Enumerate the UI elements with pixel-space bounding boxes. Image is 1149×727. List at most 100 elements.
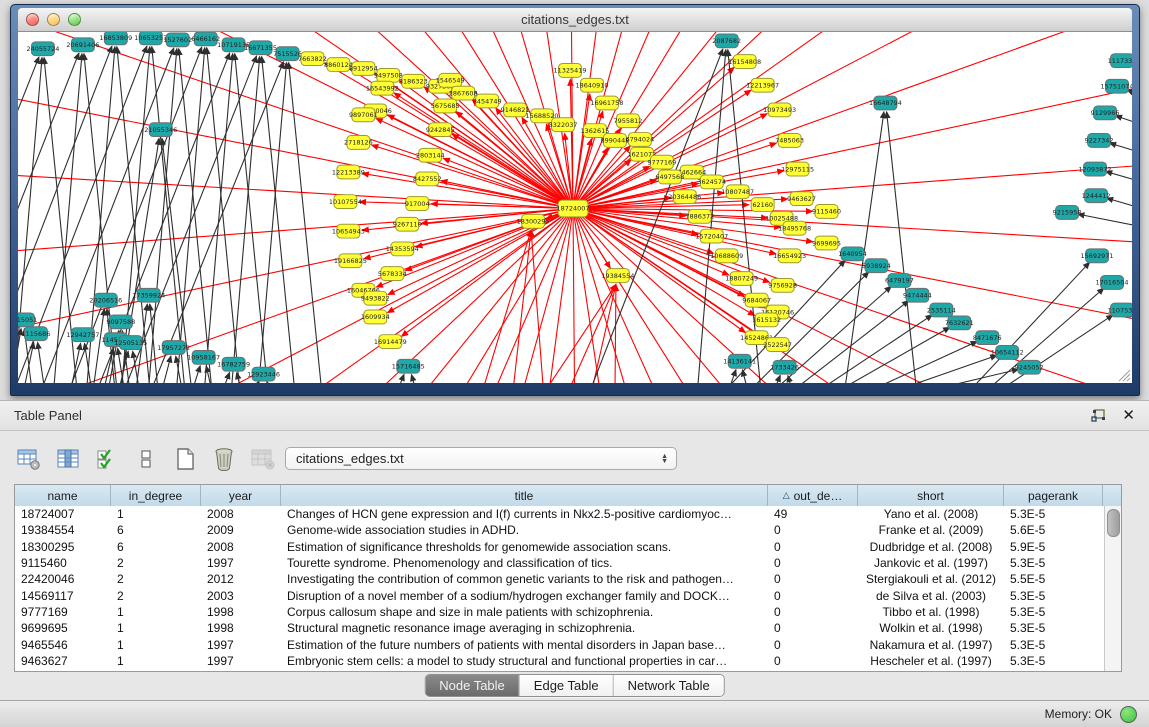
network-node[interactable]: 20364486 (668, 190, 701, 204)
network-node[interactable]: 2087682 (712, 34, 741, 48)
network-node[interactable]: 8427552 (413, 172, 442, 186)
network-node[interactable]: 10807487 (721, 185, 754, 199)
network-node[interactable]: 9777169 (647, 155, 676, 169)
network-node[interactable]: 9115460 (812, 205, 841, 219)
network-node[interactable]: 12505135 (114, 336, 147, 350)
network-node[interactable]: 15751074 (1101, 79, 1132, 93)
table-row[interactable]: 1830029562008Estimation of significance … (15, 539, 1105, 555)
network-node[interactable]: 17957272 (157, 341, 190, 355)
network-node[interactable]: 9245052 (1015, 360, 1044, 374)
network-node[interactable]: 8990448 (601, 134, 630, 148)
close-window-button[interactable] (26, 13, 39, 26)
network-node[interactable]: 9215958 (1053, 206, 1082, 220)
network-node[interactable]: 10688609 (710, 249, 743, 263)
network-node[interactable]: 8912954 (349, 62, 378, 76)
network-node[interactable]: 10958167 (187, 350, 220, 364)
network-node[interactable]: 14353594 (386, 242, 419, 256)
network-node[interactable]: 7515526 (273, 47, 302, 61)
network-node[interactable]: 16961758 (590, 96, 623, 110)
network-node[interactable]: 9756928 (768, 278, 797, 292)
network-node[interactable]: 9146821 (501, 103, 530, 117)
network-node[interactable]: 1115686 (22, 327, 51, 341)
float-panel-icon[interactable] (1091, 409, 1106, 423)
network-node[interactable]: 1244412 (1082, 189, 1111, 203)
network-node[interactable]: 9474444 (903, 288, 932, 302)
network-node[interactable]: 1733426 (770, 360, 799, 374)
network-node[interactable]: 7485063 (775, 134, 804, 148)
network-node[interactable]: 7886372 (685, 209, 714, 223)
network-graph[interactable]: 2405572420691406168538091065325715276026… (18, 32, 1132, 383)
network-node[interactable]: 1546549 (436, 73, 465, 87)
table-row[interactable]: 1938455462009Genome-wide association stu… (15, 522, 1105, 538)
network-node[interactable]: 2522547 (763, 338, 792, 352)
network-node[interactable]: 12213389 (332, 165, 365, 179)
network-node[interactable]: 10973493 (763, 103, 796, 117)
network-node[interactable]: 6479197 (885, 274, 914, 288)
network-node[interactable]: 9699695 (812, 236, 841, 250)
table-row[interactable]: 1456911722003Disruption of a novel membe… (15, 587, 1105, 603)
network-node[interactable]: 9897061 (349, 108, 378, 122)
zoom-window-button[interactable] (68, 13, 81, 26)
table-selector-dropdown[interactable]: citations_edges.txt ▲▼ (285, 447, 677, 470)
network-node[interactable]: 10653257 (134, 32, 167, 45)
new-table-icon[interactable] (172, 447, 198, 471)
network-node[interactable]: 9497508 (374, 68, 403, 82)
network-node[interactable]: 8860124 (324, 58, 353, 72)
network-node[interactable]: 12213967 (746, 78, 779, 92)
network-node[interactable]: 20206516 (89, 293, 122, 307)
column-header-name[interactable]: name (15, 485, 111, 506)
scrollbar-thumb[interactable] (1107, 509, 1120, 537)
network-node[interactable]: 7632621 (945, 316, 974, 330)
network-node[interactable]: 15720407 (695, 229, 728, 243)
network-node[interactable]: 2803144 (416, 148, 445, 162)
column-header-title[interactable]: title (281, 485, 768, 506)
network-node[interactable]: 15692971 (1081, 249, 1114, 263)
network-node[interactable]: 9129966 (1091, 106, 1120, 120)
network-node[interactable]: 12923446 (247, 367, 280, 381)
network-node[interactable]: 10654112 (991, 346, 1024, 360)
network-node[interactable]: 16654923 (773, 249, 806, 263)
network-window-titlebar[interactable]: citations_edges.txt (18, 8, 1132, 32)
table-row[interactable]: 946554611997Estimation of the future num… (15, 636, 1105, 652)
network-node[interactable]: 14136141 (723, 354, 756, 368)
network-node[interactable]: 12942757 (66, 328, 99, 342)
network-node[interactable]: 8454749 (473, 94, 502, 108)
table-row[interactable]: 946362711997Embryonic stem cells: a mode… (15, 653, 1105, 669)
network-node[interactable]: 7955812 (613, 114, 642, 128)
column-header-year[interactable]: year (201, 485, 281, 506)
network-node[interactable]: 10719135 (217, 38, 250, 52)
minimize-window-button[interactable] (47, 13, 60, 26)
network-node[interactable]: 5678334 (378, 267, 407, 281)
network-node[interactable]: 18724007 (557, 200, 590, 217)
network-node[interactable]: 3624574 (697, 175, 726, 189)
network-node[interactable]: 19166825 (334, 254, 367, 268)
resize-grip[interactable] (1119, 370, 1130, 381)
network-node[interactable]: 7663822 (298, 52, 327, 66)
network-node[interactable]: 16648794 (869, 96, 902, 110)
network-node[interactable]: 9267110 (393, 217, 422, 231)
network-node[interactable]: 11325419 (554, 64, 587, 78)
network-node[interactable]: 20691406 (66, 38, 99, 52)
network-node[interactable]: 16154808 (728, 55, 761, 69)
network-node[interactable]: 1609934 (361, 310, 390, 324)
network-canvas[interactable]: 2405572420691406168538091065325715276026… (18, 32, 1132, 383)
network-node[interactable]: 17359924 (132, 288, 165, 302)
network-node[interactable]: 8471676 (973, 331, 1002, 345)
network-node[interactable]: 6497568 (655, 170, 684, 184)
network-node[interactable]: 1640954 (838, 247, 867, 261)
network-node[interactable]: 10654943 (332, 224, 365, 238)
network-node[interactable]: 18300295 (517, 214, 550, 228)
network-node[interactable]: 18807249 (725, 272, 758, 286)
network-node[interactable]: 18495768 (778, 221, 811, 235)
network-node[interactable]: 9242845 (426, 123, 455, 137)
column-selector-icon[interactable] (55, 447, 81, 471)
network-node[interactable]: 5675685 (431, 99, 460, 113)
column-header-out_de[interactable]: △out_de… (768, 485, 858, 506)
network-node[interactable]: 16671355 (244, 41, 277, 55)
network-node[interactable]: 9493822 (361, 291, 390, 305)
table-settings-icon[interactable] (16, 447, 42, 471)
network-node[interactable]: 16782759 (217, 357, 250, 371)
network-node[interactable]: 10107554 (329, 195, 362, 209)
column-header-pagerank[interactable]: pagerank (1004, 485, 1103, 506)
select-rows-icon[interactable] (94, 447, 120, 471)
